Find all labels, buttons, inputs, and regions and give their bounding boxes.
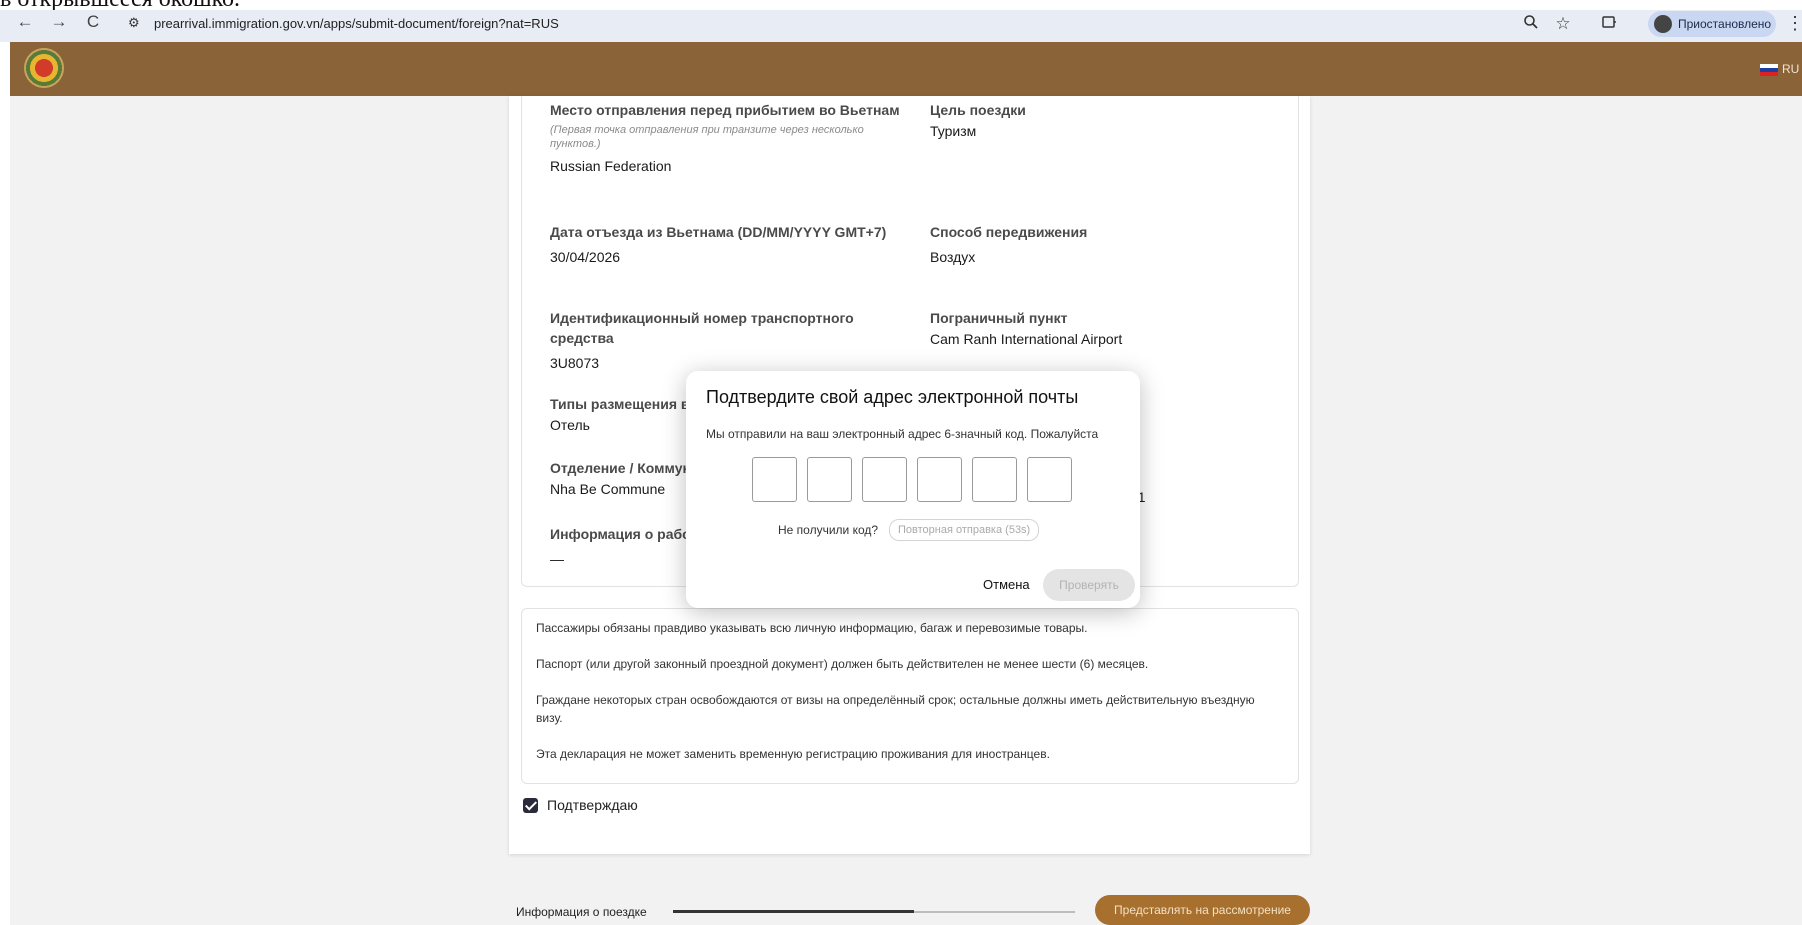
otp-digit-input[interactable] xyxy=(917,457,962,502)
otp-digit-input[interactable] xyxy=(972,457,1017,502)
cancel-button[interactable]: Отмена xyxy=(983,577,1030,592)
dialog-title: Подтвердите свой адрес электронной почты xyxy=(706,387,1079,407)
modal-overlay: Подтвердите свой адрес электронной почты… xyxy=(0,0,1802,925)
otp-digit-input[interactable] xyxy=(752,457,797,502)
resend-question: Не получили код? xyxy=(778,523,879,537)
verify-button[interactable]: Проверять xyxy=(1043,569,1135,601)
verify-email-dialog: Подтвердите свой адрес электронной почты… xyxy=(686,371,1140,608)
otp-digit-input[interactable] xyxy=(862,457,907,502)
resend-code-button[interactable]: Повторная отправка (53s) xyxy=(889,519,1040,541)
dialog-description: Мы отправили на ваш электронный адрес 6-… xyxy=(706,427,1099,441)
otp-digit-input[interactable] xyxy=(807,457,852,502)
otp-digit-input[interactable] xyxy=(1027,457,1072,502)
